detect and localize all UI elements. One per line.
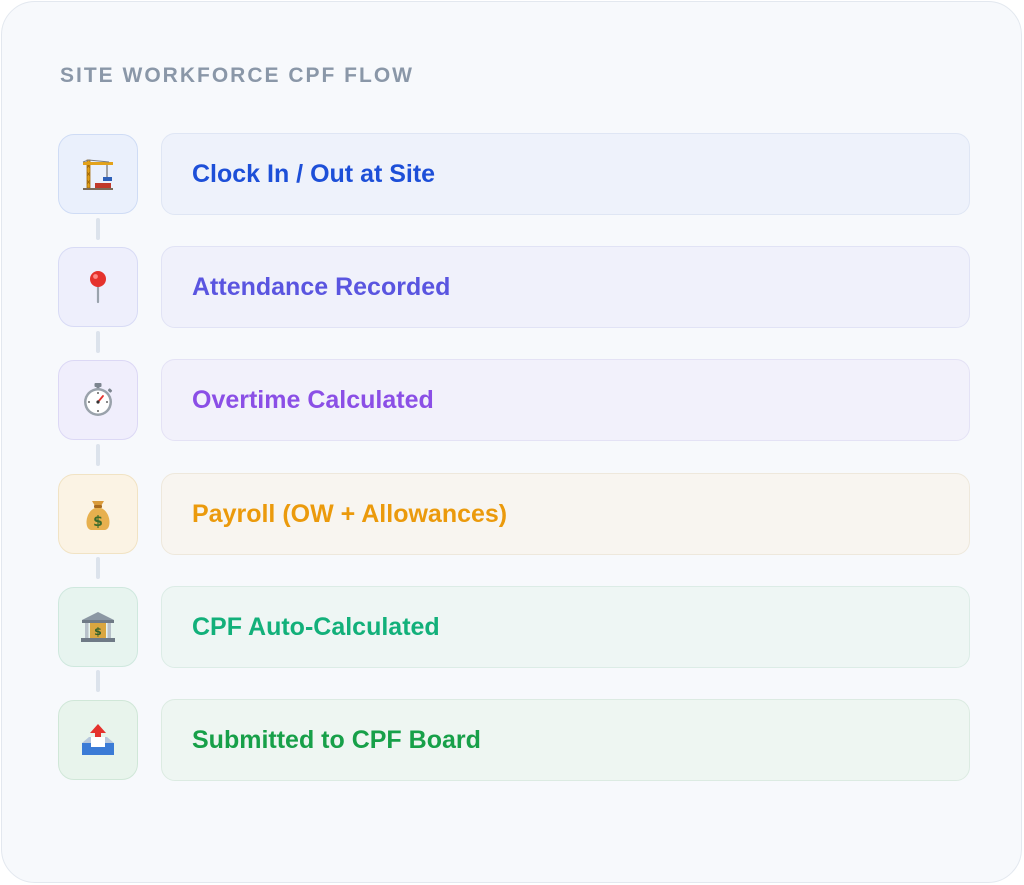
step-connector — [96, 444, 100, 466]
outbox-tray-icon — [79, 721, 117, 759]
bank-icon: $ — [79, 608, 117, 646]
step-label: CPF Auto-Calculated — [192, 612, 440, 641]
svg-text:$: $ — [93, 514, 103, 530]
step-label: Submitted to CPF Board — [192, 725, 481, 754]
step-connector — [96, 218, 100, 240]
step-icon-box-clock-in — [58, 134, 138, 214]
step-clock-in: Clock In / Out at Site — [161, 133, 970, 215]
step-label: Attendance Recorded — [192, 272, 451, 301]
step-label: Clock In / Out at Site — [192, 159, 436, 188]
construction-crane-icon — [79, 155, 117, 193]
flow-card: SITE WORKFORCE CPF FLOW Clock In / Out a… — [1, 1, 1022, 883]
step-cpf-calc: CPF Auto-Calculated — [161, 586, 970, 668]
money-bag-icon: $ — [79, 495, 117, 533]
step-attendance: Attendance Recorded — [161, 246, 970, 328]
step-icon-box-attendance — [58, 247, 138, 327]
svg-text:$: $ — [94, 625, 102, 638]
step-payroll: Payroll (OW + Allowances) — [161, 473, 970, 555]
step-icon-box-submitted — [58, 700, 138, 780]
step-icon-box-payroll: $ — [58, 474, 138, 554]
step-icon-box-cpf-calc: $ — [58, 587, 138, 667]
stopwatch-icon — [79, 381, 117, 419]
step-submitted: Submitted to CPF Board — [161, 699, 970, 781]
step-icon-box-overtime — [58, 360, 138, 440]
step-label: Payroll (OW + Allowances) — [192, 499, 508, 528]
step-connector — [96, 557, 100, 579]
step-overtime: Overtime Calculated — [161, 359, 970, 441]
map-pin-icon — [79, 268, 117, 306]
step-connector — [96, 670, 100, 692]
flow-title: SITE WORKFORCE CPF FLOW — [60, 64, 414, 87]
step-connector — [96, 331, 100, 353]
step-label: Overtime Calculated — [192, 385, 434, 414]
